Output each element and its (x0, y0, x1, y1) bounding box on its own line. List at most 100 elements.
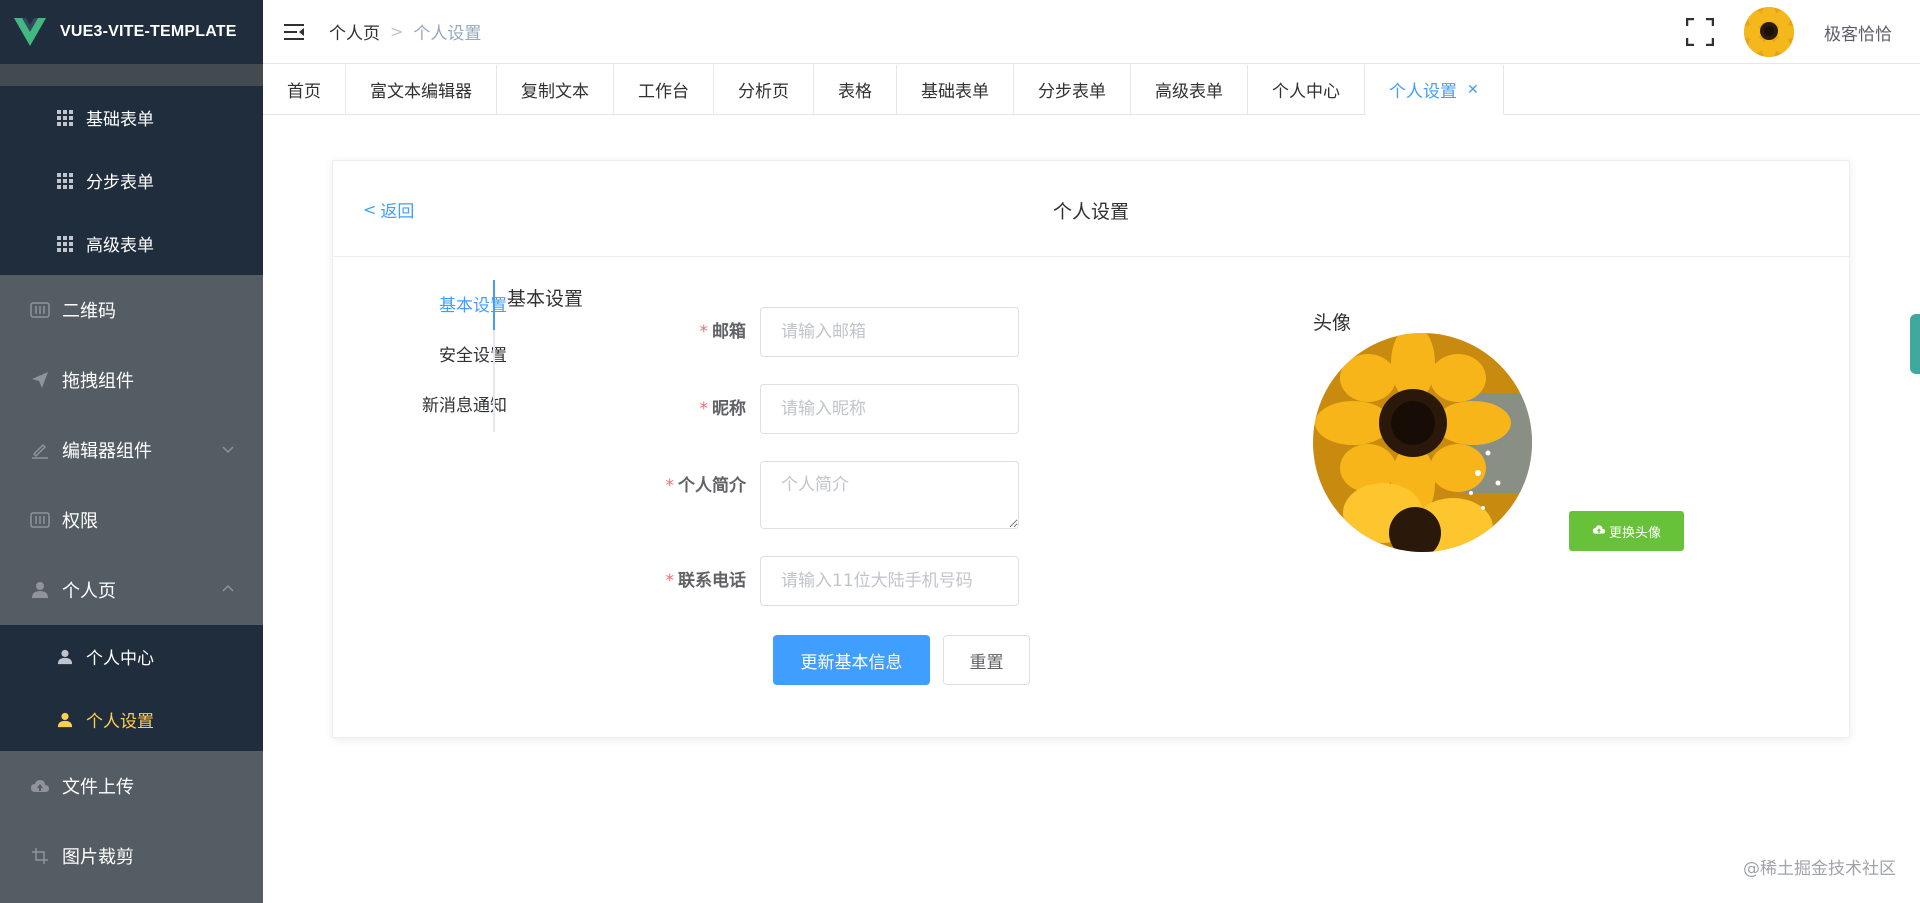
change-avatar-label: 更换头像 (1608, 525, 1661, 541)
sidebar-item-label: 二维码 (62, 301, 116, 322)
sidebar-item-label: 高级表单 (86, 236, 154, 256)
required-mark: * (665, 571, 675, 591)
sidebar-item-step-form[interactable]: 分步表单 (0, 149, 263, 212)
sidebar-item-basic-form[interactable]: 基础表单 (0, 86, 263, 149)
grid-icon (56, 172, 74, 190)
phone-label: * 联系电话 (620, 556, 760, 606)
fullscreen-icon[interactable] (1686, 18, 1714, 46)
tab-rich-text-editor[interactable]: 富文本编辑器 (346, 65, 497, 114)
sidebar-item-label: 权限 (62, 511, 98, 532)
sidebar-item-drag[interactable]: 拖拽组件 (0, 345, 263, 415)
chevron-up-icon (221, 582, 235, 596)
update-basic-info-button[interactable]: 更新基本信息 (773, 635, 930, 685)
tab-basic-form[interactable]: 基础表单 (897, 65, 1014, 114)
page-title: 个人设置 (1052, 201, 1129, 223)
required-mark: * (665, 476, 675, 496)
submenu-form: 基础表单 分步表单 高级表单 (0, 86, 263, 275)
edit-icon (30, 440, 50, 460)
tab-workbench[interactable]: 工作台 (614, 65, 714, 114)
vtab-basic-settings[interactable]: 基本设置 (363, 281, 527, 331)
sidebar-item-editor[interactable]: 编辑器组件 (0, 415, 263, 485)
tab-personal-center[interactable]: 个人中心 (1248, 65, 1365, 114)
tab-home[interactable]: 首页 (263, 65, 346, 114)
tags-view: 首页 富文本编辑器 复制文本 工作台 分析页 表格 基础表单 分步表单 高级表单… (263, 65, 1920, 115)
tab-analysis[interactable]: 分析页 (714, 65, 814, 114)
crop-icon (30, 846, 50, 866)
label-text: 个人简介 (678, 476, 746, 496)
label-text: 联系电话 (678, 571, 746, 591)
required-mark: * (699, 399, 709, 419)
submenu-personal: 个人中心 个人设置 (0, 625, 263, 751)
bio-textarea[interactable] (760, 461, 1019, 529)
vtab-security-settings[interactable]: 安全设置 (363, 331, 527, 381)
tab-advanced-form[interactable]: 高级表单 (1131, 65, 1248, 114)
card-header: < 返回 个人设置 (333, 161, 1849, 257)
chevron-down-icon (221, 442, 235, 456)
sidebar-item-label: 个人设置 (86, 712, 154, 732)
avatar-preview (1313, 333, 1532, 552)
bio-label: * 个人简介 (620, 461, 760, 511)
form-row-bio: * 个人简介 (620, 461, 1019, 529)
tab-label: 个人设置 (1389, 82, 1457, 102)
change-avatar-button[interactable]: 更换头像 (1569, 511, 1684, 551)
cloud-upload-icon (30, 776, 50, 796)
settings-vertical-tabs: 基本设置 安全设置 新消息通知 (363, 281, 527, 431)
grid-icon (56, 235, 74, 253)
form-row-nickname: * 昵称 (620, 384, 1019, 434)
label-text: 昵称 (712, 399, 746, 419)
sidebar-item-personal-settings[interactable]: 个人设置 (0, 688, 263, 751)
form-row-phone: * 联系电话 (620, 556, 1019, 606)
breadcrumb-separator-icon: > (390, 22, 404, 41)
nickname-field[interactable] (760, 384, 1019, 434)
close-icon[interactable]: ✕ (1467, 82, 1479, 98)
app-title: VUE3-VITE-TEMPLATE (60, 23, 237, 40)
phone-field[interactable] (760, 556, 1019, 606)
top-header: 个人页 > 个人设置 极客恰恰 (263, 0, 1920, 64)
settings-card: < 返回 个人设置 基本设置 安全设置 新消息通知 (332, 160, 1850, 738)
settings-drawer-handle[interactable] (1910, 314, 1920, 374)
sidebar-item-label: 个人页 (62, 581, 116, 602)
sidebar-item-advanced-form[interactable]: 高级表单 (0, 212, 263, 275)
label-text: 邮箱 (712, 322, 746, 342)
form-row-email: * 邮箱 (620, 307, 1019, 357)
breadcrumb-item[interactable]: 个人页 (329, 19, 380, 44)
sidebar-item-label: 基础表单 (86, 110, 154, 130)
email-field[interactable] (760, 307, 1019, 357)
sidebar: VUE3-VITE-TEMPLATE 基础表单 分步表单 高级表单 二维码 拖拽… (0, 0, 263, 903)
vtab-active-indicator (493, 280, 495, 330)
nickname-label: * 昵称 (620, 384, 760, 434)
breadcrumb: 个人页 > 个人设置 (329, 19, 481, 44)
vue-logo-icon (14, 18, 46, 46)
watermark: @稀土掘金技术社区 (1743, 859, 1896, 879)
breadcrumb-item-current: 个人设置 (413, 24, 482, 44)
sidebar-item-upload[interactable]: 文件上传 (0, 751, 263, 821)
tab-step-form[interactable]: 分步表单 (1014, 65, 1131, 114)
username[interactable]: 极客恰恰 (1824, 20, 1892, 45)
barcode-icon (30, 510, 50, 530)
sidebar-item-personal[interactable]: 个人页 (0, 555, 263, 625)
tab-personal-settings[interactable]: 个人设置 ✕ (1365, 65, 1504, 115)
logo[interactable]: VUE3-VITE-TEMPLATE (0, 0, 263, 64)
sidebar-item-permission[interactable]: 权限 (0, 485, 263, 555)
sidebar-item-label: 拖拽组件 (62, 371, 134, 392)
reset-button[interactable]: 重置 (943, 635, 1030, 685)
menu-fold-icon[interactable] (283, 21, 305, 43)
sidebar-item-label: 编辑器组件 (62, 441, 152, 462)
required-mark: * (699, 322, 709, 342)
user-icon (56, 648, 74, 666)
sidebar-item-crop[interactable]: 图片裁剪 (0, 821, 263, 891)
avatar-title: 头像 (1313, 312, 1352, 334)
sidebar-item-label: 文件上传 (62, 777, 134, 798)
tab-copy-text[interactable]: 复制文本 (497, 65, 614, 114)
sidebar-item-personal-center[interactable]: 个人中心 (0, 625, 263, 688)
menu-strip (0, 64, 263, 86)
user-icon (30, 580, 50, 600)
avatar[interactable] (1744, 7, 1794, 57)
sidebar-item-label: 个人中心 (86, 649, 154, 669)
sidebar-item-qrcode[interactable]: 二维码 (0, 275, 263, 345)
vtab-notifications[interactable]: 新消息通知 (363, 381, 527, 431)
tab-table[interactable]: 表格 (814, 65, 897, 114)
sidebar-item-label: 图片裁剪 (62, 847, 134, 868)
barcode-icon (30, 300, 50, 320)
sidebar-item-label: 分步表单 (86, 173, 154, 193)
